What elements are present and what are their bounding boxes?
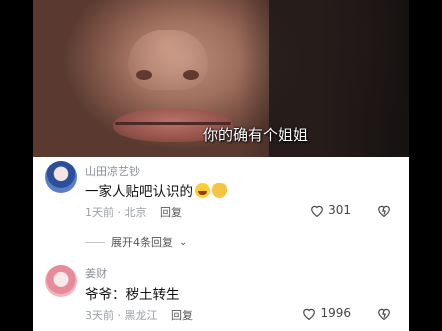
comment-meta: 1天前 · 北京 回复 xyxy=(85,204,182,220)
right-letterbox xyxy=(409,0,442,331)
heart-icon xyxy=(303,308,316,320)
comment-meta: 3天前 · 黑龙江 回复 xyxy=(85,307,193,323)
avatar[interactable] xyxy=(45,265,77,297)
comment-location: 黑龙江 xyxy=(124,309,158,322)
like-button[interactable]: 1996 xyxy=(302,306,351,320)
comment-time: 1天前 xyxy=(85,206,114,219)
like-count: 1996 xyxy=(320,306,351,320)
chevron-down-icon: ⌄ xyxy=(179,236,188,248)
meta-separator: · xyxy=(117,206,122,219)
ok-hand-icon xyxy=(212,182,227,198)
like-count: 301 xyxy=(328,203,351,217)
comment-username[interactable]: 山田凉艺钞 xyxy=(85,163,140,179)
divider xyxy=(85,241,105,243)
laugh-crying-icon xyxy=(195,182,210,198)
avatar[interactable] xyxy=(45,161,77,193)
reply-button[interactable]: 回复 xyxy=(160,206,182,219)
dislike-icon[interactable] xyxy=(377,307,391,320)
dislike-icon[interactable] xyxy=(377,204,391,217)
video-frame[interactable]: 你的确有个姐姐 xyxy=(33,0,409,157)
comment-time: 3天前 xyxy=(85,309,114,322)
comment-text: 爷爷：秽土转生 xyxy=(85,283,180,303)
video-subtitle: 你的确有个姐姐 xyxy=(203,126,309,144)
comment-text-body: 爷爷：秽土转生 xyxy=(85,287,180,303)
left-letterbox xyxy=(0,0,33,331)
like-button[interactable]: 301 xyxy=(310,203,351,217)
comment-location: 北京 xyxy=(124,206,147,219)
meta-separator: · xyxy=(117,309,122,322)
heart-icon xyxy=(311,205,323,217)
comment-text-body: 一家人贴吧认识的 xyxy=(85,184,193,200)
comment-username[interactable]: 姜财 xyxy=(85,265,107,281)
expand-replies-button[interactable]: 展开4条回复 ⌄ xyxy=(85,234,187,250)
expand-replies-label: 展开4条回复 xyxy=(111,236,173,249)
comment-text: 一家人贴吧认识的 xyxy=(85,180,227,200)
reply-button[interactable]: 回复 xyxy=(171,309,193,322)
comment-list: 山田凉艺钞 一家人贴吧认识的 1天前 · 北京 回复 301 展开4条回复 ⌄ … xyxy=(33,157,409,331)
